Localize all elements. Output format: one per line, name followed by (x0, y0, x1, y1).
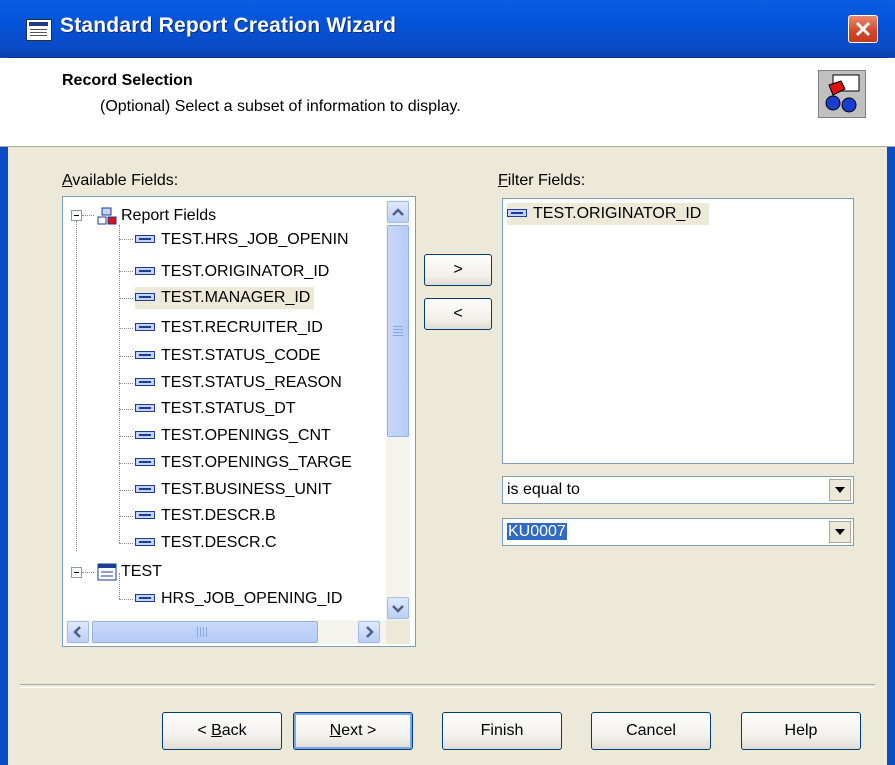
list-item[interactable]: TEST.OPENINGS_TARGE (135, 452, 352, 474)
cancel-button[interactable]: Cancel (591, 712, 711, 750)
window-frame-left (0, 57, 8, 765)
title-bar: Standard Report Creation Wizard (0, 0, 895, 58)
tree-line (119, 356, 133, 358)
add-field-button[interactable]: > (424, 254, 492, 286)
tree-line (119, 436, 133, 438)
list-item[interactable]: TEST.HRS_JOB_OPENIN (135, 229, 349, 251)
grip-icon (197, 627, 198, 637)
tree-line (119, 490, 133, 492)
tree-line (76, 221, 78, 551)
list-item[interactable]: TEST.DESCR.C (135, 532, 277, 554)
collapse-test-icon[interactable] (71, 567, 82, 578)
collapse-report-fields-icon[interactable] (71, 210, 82, 221)
field-icon (135, 266, 155, 275)
tree-line (82, 215, 94, 217)
available-fields-label: Available Fields: (62, 172, 179, 189)
wizard-window: Standard Report Creation Wizard Record S… (0, 0, 895, 765)
tree-line (119, 516, 133, 518)
next-button[interactable]: Next > (293, 712, 413, 750)
tree-line (119, 239, 133, 241)
field-icon (507, 208, 527, 217)
field-icon (135, 457, 155, 466)
field-icon (135, 322, 155, 331)
tree-line (119, 463, 133, 465)
field-icon (135, 234, 155, 243)
field-icon (135, 510, 155, 519)
available-fields-tree[interactable]: Report Fields TEST.HRS_JOB_OPENIN TEST.O… (62, 196, 416, 647)
list-item[interactable]: TEST.STATUS_CODE (135, 345, 320, 367)
list-item[interactable]: TEST.STATUS_DT (135, 398, 296, 420)
record-selection-icon (818, 70, 866, 118)
tree-line (119, 599, 133, 601)
close-button[interactable] (848, 15, 878, 43)
tree-line (119, 543, 133, 545)
scroll-up-button[interactable] (387, 201, 409, 223)
help-button[interactable]: Help (741, 712, 861, 750)
field-icon (135, 537, 155, 546)
filter-value-wrap: KU0007 (507, 523, 567, 541)
window-title: Standard Report Creation Wizard (60, 14, 397, 37)
filter-fields-list[interactable]: TEST.ORIGINATOR_ID (502, 198, 854, 464)
tree-node-report-fields[interactable]: Report Fields (97, 205, 216, 227)
grip-icon (393, 326, 403, 327)
field-icon (135, 350, 155, 359)
back-button[interactable]: < Back (162, 712, 282, 750)
horizontal-scroll-thumb[interactable] (92, 621, 318, 643)
field-icon (135, 292, 155, 301)
page-title: Record Selection (62, 72, 193, 89)
remove-field-button[interactable]: < (424, 298, 492, 330)
scroll-left-button[interactable] (67, 621, 89, 643)
tree-line (119, 409, 133, 411)
list-item[interactable]: TEST.DESCR.B (135, 505, 276, 527)
chevron-right-icon (366, 626, 374, 638)
field-icon (135, 430, 155, 439)
operator-dropdown[interactable]: is equal to (502, 476, 854, 504)
field-icon (135, 377, 155, 386)
chevron-left-icon (73, 626, 81, 638)
window-frame-right (887, 57, 895, 765)
tree-line (82, 572, 94, 574)
list-item[interactable]: TEST.RECRUITER_ID (135, 317, 323, 339)
filter-value-input[interactable]: KU0007 (507, 523, 567, 540)
tree-line (119, 328, 133, 330)
list-item[interactable]: HRS_JOB_OPENING_ID (135, 588, 342, 610)
chevron-down-icon (392, 605, 404, 613)
scroll-down-button[interactable] (387, 597, 409, 619)
chevron-down-icon[interactable] (829, 521, 851, 543)
filter-value-combobox[interactable]: KU0007 (502, 518, 854, 546)
tree-line (119, 383, 133, 385)
footer-divider (20, 684, 875, 688)
tree-node-test[interactable]: TEST (97, 561, 162, 583)
page-subtitle: (Optional) Select a subset of informatio… (100, 98, 461, 115)
operator-value: is equal to (507, 481, 580, 498)
list-item[interactable]: TEST.BUSINESS_UNIT (135, 479, 332, 501)
scroll-corner (386, 620, 410, 644)
list-item[interactable]: TEST.ORIGINATOR_ID (507, 203, 710, 225)
field-icon (135, 403, 155, 412)
tree-line (119, 298, 133, 300)
field-icon (135, 593, 155, 602)
chevron-down-icon[interactable] (829, 479, 851, 501)
close-icon (855, 21, 871, 37)
list-item[interactable]: TEST.ORIGINATOR_ID (135, 261, 329, 283)
list-item[interactable]: TEST.STATUS_REASON (135, 372, 342, 394)
scroll-right-button[interactable] (358, 621, 380, 643)
list-item[interactable]: TEST.OPENINGS_CNT (135, 425, 331, 447)
app-icon (26, 19, 52, 41)
tree-line (119, 271, 133, 273)
table-icon (97, 563, 117, 581)
vertical-scroll-thumb[interactable] (387, 225, 409, 437)
chevron-up-icon (392, 208, 404, 216)
report-fields-icon (97, 207, 117, 225)
field-icon (135, 484, 155, 493)
list-item-selected[interactable]: TEST.MANAGER_ID (135, 287, 315, 309)
filter-fields-label: Filter Fields: (498, 172, 586, 189)
finish-button[interactable]: Finish (442, 712, 562, 750)
